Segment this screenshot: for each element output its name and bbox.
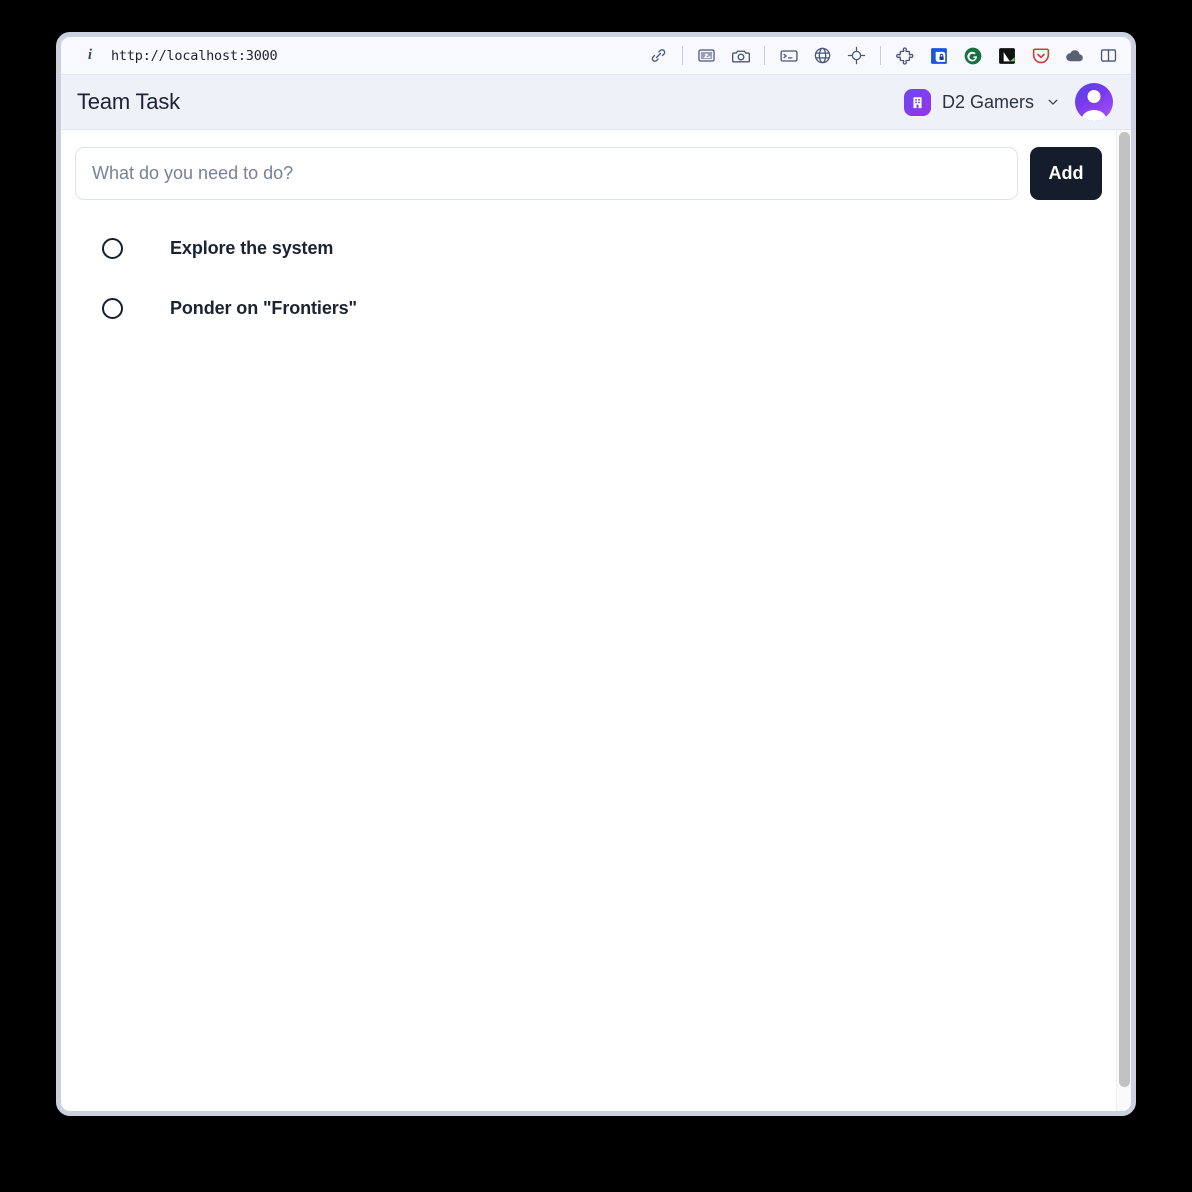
avatar[interactable] (1075, 83, 1113, 121)
org-switcher[interactable]: D2 Gamers (903, 88, 1061, 116)
avatar-head (1087, 90, 1101, 103)
task-label: Explore the system (170, 237, 334, 258)
link-icon[interactable] (648, 45, 669, 66)
browser-toolbar: i http://localhost:3000 (61, 37, 1131, 75)
pocket-save-icon[interactable] (1030, 45, 1051, 66)
toolbar-divider (764, 46, 765, 65)
password-manager-icon[interactable] (928, 45, 949, 66)
task-list: Explore the system Ponder on "Frontiers" (75, 218, 1102, 338)
toolbar-group-link (648, 45, 669, 66)
puzzle-extensions-icon[interactable] (894, 45, 915, 66)
list-item[interactable]: Explore the system (75, 218, 1102, 278)
org-name: D2 Gamers (941, 91, 1034, 112)
url-text[interactable]: http://localhost:3000 (111, 48, 278, 64)
color-picker-icon[interactable] (996, 45, 1017, 66)
toolbar-group-capture (696, 45, 751, 66)
camera-icon[interactable] (730, 45, 751, 66)
todo-input[interactable] (75, 147, 1018, 200)
page-title: Team Task (77, 89, 180, 114)
main-content: Add Explore the system Ponder on "Fronti… (61, 130, 1116, 1111)
task-label: Ponder on "Frontiers" (170, 297, 357, 318)
content-wrapper: Add Explore the system Ponder on "Fronti… (61, 130, 1131, 1111)
toolbar-divider (880, 46, 881, 65)
crosshair-target-icon[interactable] (846, 45, 867, 66)
compose-row: Add (75, 147, 1102, 200)
sidebar-toggle-icon[interactable] (1098, 45, 1119, 66)
app-header: Team Task D2 Gamers (61, 75, 1131, 130)
info-icon[interactable]: i (83, 47, 97, 64)
task-checkbox[interactable] (102, 237, 123, 259)
globe-icon[interactable] (812, 45, 833, 66)
list-item[interactable]: Ponder on "Frontiers" (75, 278, 1102, 338)
terminal-icon[interactable] (778, 45, 799, 66)
toolbar-divider (682, 46, 683, 65)
chevron-down-icon[interactable] (1045, 94, 1061, 110)
browser-window: i http://localhost:3000 Team Task D2 Gam… (56, 32, 1136, 1116)
screenshot-region-icon[interactable] (696, 45, 717, 66)
cloud-icon[interactable] (1064, 45, 1085, 66)
scrollbar[interactable] (1116, 130, 1131, 1111)
grammarly-icon[interactable] (962, 45, 983, 66)
task-checkbox[interactable] (102, 297, 123, 319)
scrollbar-thumb[interactable] (1119, 132, 1130, 1087)
building-icon (903, 88, 931, 116)
avatar-body (1081, 110, 1107, 121)
toolbar-group-extensions (894, 45, 1119, 66)
add-button[interactable]: Add (1030, 147, 1102, 200)
toolbar-group-devtools (778, 45, 867, 66)
